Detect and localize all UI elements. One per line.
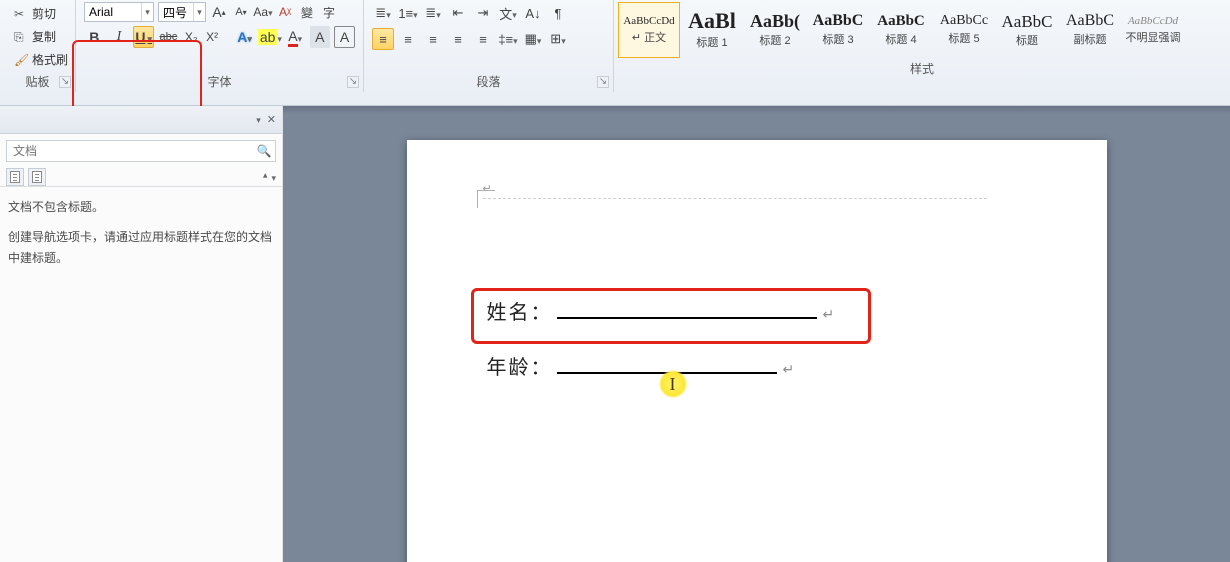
style-title[interactable]: AaBbC标题: [996, 2, 1058, 58]
show-marks-button[interactable]: ¶: [547, 2, 569, 24]
nav-close-icon[interactable]: ✕: [267, 113, 276, 126]
numbering-button[interactable]: 1≡: [397, 2, 419, 24]
styles-group-label: 样式: [614, 60, 1230, 77]
decrease-indent-button[interactable]: ⇤: [447, 2, 469, 24]
cut-button[interactable]: 剪切: [12, 4, 74, 23]
style-normal[interactable]: AaBbCcDd↵ 正文: [618, 2, 680, 58]
nav-search-input[interactable]: [7, 144, 253, 158]
cut-label: 剪切: [32, 5, 56, 22]
document-area: ↵ 姓名： ↵ 年龄： ↵: [283, 106, 1230, 562]
font-group-label: 字体: [84, 71, 355, 92]
font-size-input[interactable]: [159, 3, 193, 21]
style-heading5[interactable]: AaBbCc标题 5: [933, 2, 995, 58]
char-border-button[interactable]: A: [334, 26, 355, 48]
paragraph-launcher[interactable]: ↘: [597, 76, 609, 88]
font-group: A▴ A▾ Aa Aᵡ 變 字 B I U abc X₂ X² A ab: [76, 0, 364, 92]
char-shading-button[interactable]: A: [310, 26, 331, 48]
strikethrough-button[interactable]: abc: [158, 26, 179, 48]
nav-tabs: [0, 168, 282, 187]
scissors-icon: [14, 7, 28, 21]
name-underline[interactable]: [557, 299, 817, 319]
font-launcher[interactable]: ↘: [347, 76, 359, 88]
format-painter-button[interactable]: 格式刷: [12, 50, 74, 69]
clipboard-group: 剪切 复制 格式刷 贴板 ↘: [0, 0, 76, 92]
return-mark-icon: ↵: [783, 362, 795, 379]
ribbon: 剪切 复制 格式刷 贴板 ↘ A▴: [0, 0, 1230, 106]
clear-formatting-button[interactable]: Aᵡ: [276, 2, 294, 22]
copy-icon: [14, 30, 28, 44]
style-heading2[interactable]: AaBb(标题 2: [744, 2, 806, 58]
shading-button[interactable]: ▦: [522, 28, 544, 50]
clipboard-launcher[interactable]: ↘: [59, 76, 71, 88]
font-size-combo[interactable]: [158, 2, 206, 22]
chevron-down-icon[interactable]: [141, 3, 153, 21]
font-name-input[interactable]: [85, 3, 141, 21]
styles-gallery[interactable]: AaBbCcDd↵ 正文 AaBl标题 1 AaBb(标题 2 AaBbC标题 …: [614, 0, 1230, 60]
increase-indent-button[interactable]: ⇥: [472, 2, 494, 24]
paragraph-group: ≣ 1≡ ≣ ⇤ ⇥ 文 A↓ ¶ ≡ ≡ ≡ ≡ ≡ ‡≡ ▦: [364, 0, 614, 92]
asian-layout-button[interactable]: 文: [497, 2, 519, 24]
bold-button[interactable]: B: [84, 26, 105, 48]
change-case-button[interactable]: Aa: [254, 2, 272, 22]
field-age-line[interactable]: 年龄： ↵: [487, 351, 1027, 380]
search-icon[interactable]: 🔍: [253, 144, 275, 158]
header-separator: [483, 198, 987, 199]
cursor-highlight-icon: [659, 370, 687, 398]
chevron-up-icon[interactable]: [263, 170, 268, 184]
nav-dropdown-icon[interactable]: [256, 114, 261, 126]
field-name-line[interactable]: 姓名： ↵: [487, 296, 1027, 325]
name-label: 姓名：: [487, 296, 553, 325]
copy-label: 复制: [32, 28, 56, 45]
superscript-button[interactable]: X²: [204, 27, 221, 47]
align-center-button[interactable]: ≡: [397, 28, 419, 50]
font-name-combo[interactable]: [84, 2, 154, 22]
nav-tab-pages[interactable]: [28, 168, 46, 186]
style-subtle-emphasis[interactable]: AaBbCcDd不明显强调: [1122, 2, 1184, 58]
nav-search[interactable]: 🔍: [6, 140, 276, 162]
enclose-char-button[interactable]: 字: [320, 2, 338, 22]
nav-header: ✕: [0, 106, 282, 134]
justify-button[interactable]: ≡: [447, 28, 469, 50]
subscript-button[interactable]: X₂: [183, 27, 200, 47]
text-effects-button[interactable]: A: [234, 26, 255, 48]
highlight-button[interactable]: ab: [259, 26, 281, 48]
style-heading3[interactable]: AaBbC标题 3: [807, 2, 869, 58]
return-mark-icon: ↵: [823, 307, 835, 324]
header-return-mark: ↵: [483, 182, 492, 195]
bullets-button[interactable]: ≣: [372, 2, 394, 24]
nav-msg-2: 创建导航选项卡，请通过应用标题样式在您的文档中建标题。: [8, 227, 274, 268]
brush-icon: [14, 53, 28, 67]
phonetic-guide-button[interactable]: 變: [298, 2, 316, 22]
chevron-down-icon[interactable]: [193, 3, 205, 21]
nav-tab-headings[interactable]: [6, 168, 24, 186]
styles-group: AaBbCcDd↵ 正文 AaBl标题 1 AaBb(标题 2 AaBbC标题 …: [614, 0, 1230, 92]
style-heading1[interactable]: AaBl标题 1: [681, 2, 743, 58]
copy-button[interactable]: 复制: [12, 27, 74, 46]
navigation-pane: ✕ 🔍 文档不包含标题。 创建导航选项卡，请通过应用标题样式在您的文档中建标题。: [0, 106, 283, 562]
underline-button[interactable]: U: [133, 26, 154, 48]
borders-button[interactable]: ⊞: [547, 28, 569, 50]
nav-body: 文档不包含标题。 创建导航选项卡，请通过应用标题样式在您的文档中建标题。: [0, 187, 282, 278]
style-subtitle[interactable]: AaBbC副标题: [1059, 2, 1121, 58]
align-left-button[interactable]: ≡: [372, 28, 394, 50]
paragraph-group-label: 段落: [372, 71, 605, 92]
font-color-button[interactable]: A: [285, 26, 306, 48]
style-heading4[interactable]: AaBbC标题 4: [870, 2, 932, 58]
italic-button[interactable]: I: [109, 26, 130, 48]
brush-label: 格式刷: [32, 51, 68, 68]
chevron-down-icon[interactable]: [271, 170, 276, 184]
grow-font-button[interactable]: A▴: [210, 2, 228, 22]
align-right-button[interactable]: ≡: [422, 28, 444, 50]
nav-msg-1: 文档不包含标题。: [8, 197, 274, 217]
distribute-button[interactable]: ≡: [472, 28, 494, 50]
line-spacing-button[interactable]: ‡≡: [497, 28, 519, 50]
age-label: 年龄：: [487, 351, 553, 380]
shrink-font-button[interactable]: A▾: [232, 2, 250, 22]
sort-button[interactable]: A↓: [522, 2, 544, 24]
page[interactable]: ↵ 姓名： ↵ 年龄： ↵: [407, 140, 1107, 562]
multilevel-button[interactable]: ≣: [422, 2, 444, 24]
